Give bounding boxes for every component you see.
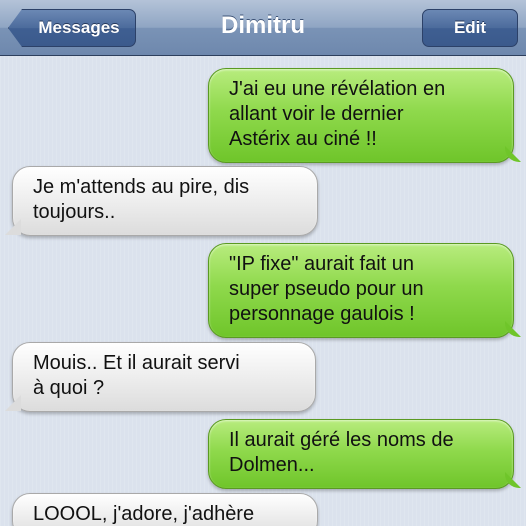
message-bubble-sent[interactable]: "IP fixe" aurait fait un super pseudo po… [208, 243, 514, 338]
message-line: toujours.. [33, 201, 116, 223]
message-bubble-received[interactable]: LOOOL, j'adore, j'adhère [12, 493, 318, 526]
message-line: Dolmen... [229, 454, 315, 476]
message-bubble-sent[interactable]: J'ai eu une révélation en allant voir le… [208, 68, 514, 163]
message-line: allant voir le dernier [229, 103, 404, 125]
message-line: à quoi ? [33, 377, 105, 399]
message-bubble-sent[interactable]: Il aurait géré les noms de Dolmen... [208, 419, 514, 489]
message-line: LOOOL, j'adore, j'adhère [33, 503, 255, 525]
message-line: personnage gaulois ! [229, 303, 415, 325]
message-bubble-received[interactable]: Mouis.. Et il aurait servi à quoi ? [12, 342, 316, 412]
message-line: Mouis.. Et il aurait servi [33, 352, 240, 374]
message-line: J'ai eu une révélation en [229, 78, 446, 100]
message-line: super pseudo pour un [229, 278, 424, 300]
message-line: Je m'attends au pire, dis [33, 176, 250, 198]
edit-button[interactable]: Edit [422, 9, 518, 47]
navigation-bar: Messages Dimitru Edit [0, 0, 526, 56]
message-line: Il aurait géré les noms de [229, 429, 454, 451]
message-line: Astérix au ciné !! [229, 128, 377, 150]
message-bubble-received[interactable]: Je m'attends au pire, dis toujours.. [12, 166, 318, 236]
message-line: "IP fixe" aurait fait un [229, 253, 415, 275]
